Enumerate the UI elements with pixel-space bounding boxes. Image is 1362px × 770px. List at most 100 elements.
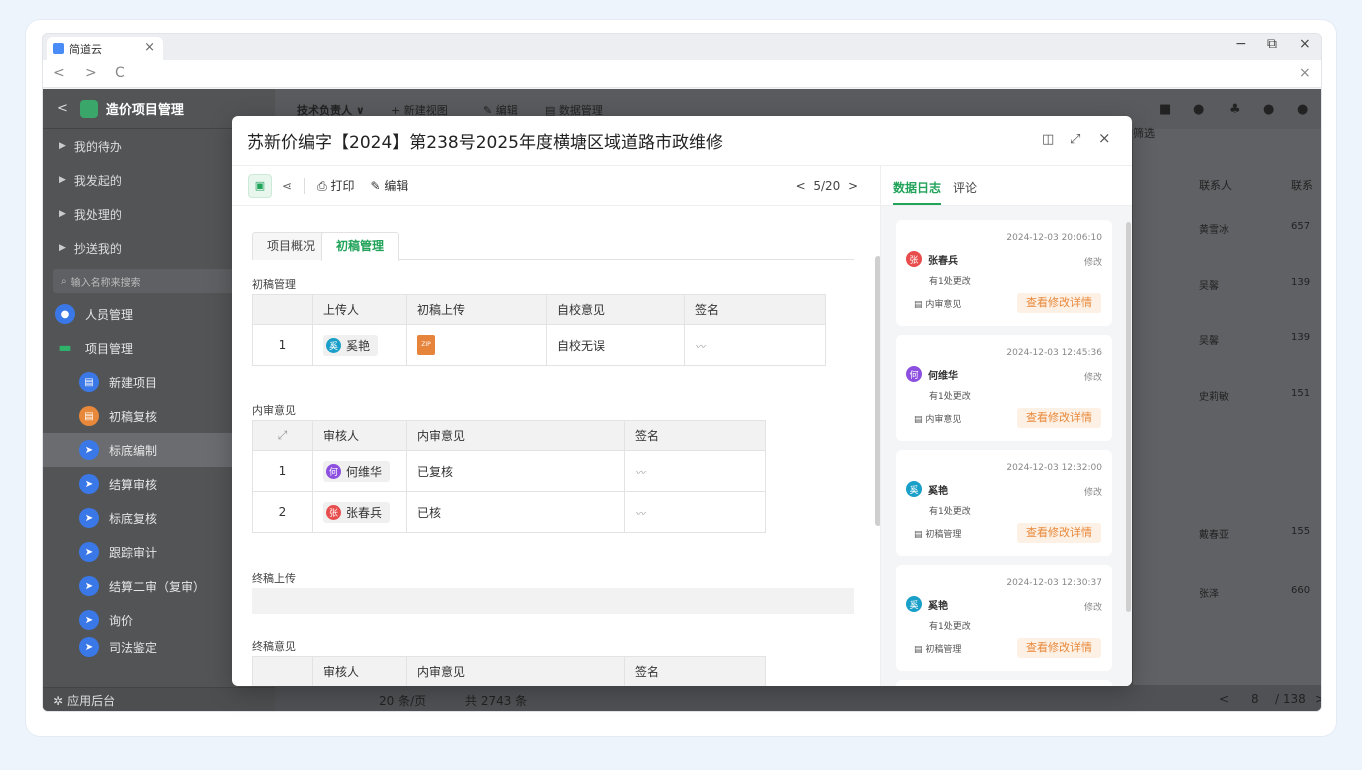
modal-header: 苏新价编字【2024】第238号2025年度横塘区域道路市政维修 ◫ ⤢ ×: [232, 116, 1132, 166]
tab-comments[interactable]: 评论: [953, 179, 977, 196]
tab-data-log[interactable]: 数据日志: [893, 179, 941, 196]
prev-record-icon[interactable]: <: [796, 179, 814, 193]
avatar[interactable]: ●: [1297, 102, 1308, 117]
expand-icon: ▶: [59, 141, 66, 151]
log-user-name: 奚艳: [928, 485, 948, 497]
tab-draft-mgmt[interactable]: 初稿管理: [321, 232, 400, 261]
log-time: 2024-12-03 12:30:37: [1006, 578, 1102, 588]
reload-icon[interactable]: C: [115, 65, 125, 81]
uploader-cell: 奚奚艳: [312, 324, 407, 366]
prev-page-icon[interactable]: <: [1219, 692, 1229, 706]
table-row: 2 张张春兵 已核 〰: [252, 491, 766, 533]
back-icon[interactable]: <: [53, 65, 65, 81]
form-content: 项目概况 初稿管理 初稿管理 上传人 初稿上传 自校意见 签名 1 奚奚艳 ZI…: [252, 206, 854, 686]
share-icon[interactable]: ⋖: [282, 179, 292, 193]
col-review-opinion: 内审意见: [406, 420, 625, 451]
view-details-button[interactable]: 查看修改详情: [1017, 293, 1101, 313]
pagination-bar: 20 条/页 共 2743 条 < 8 / 138 >: [275, 685, 1321, 711]
log-action: 修改: [1083, 488, 1102, 498]
log-action: 修改: [1083, 603, 1102, 613]
filter-label[interactable]: 筛选: [1133, 125, 1155, 141]
minimize-icon[interactable]: −: [1235, 36, 1247, 52]
final-review-title: 终稿意见: [252, 640, 296, 653]
compass-icon[interactable]: ●: [1193, 102, 1204, 117]
log-entry: 2024-12-03 20:06:10 张张春兵 修改 有1处更改 ▤ 内审意见…: [896, 220, 1112, 326]
comment-icon[interactable]: ▣: [248, 173, 272, 198]
signature-image[interactable]: 〰: [635, 468, 645, 479]
col-self-check: 自校意见: [546, 294, 685, 325]
expand-icon[interactable]: ⤢: [252, 420, 313, 451]
data-log-panel: 数据日志 评论 2024-12-03 20:06:10 张张春兵 修改 有1处更…: [880, 166, 1132, 686]
forward-icon[interactable]: >: [85, 65, 97, 81]
fullscreen-icon[interactable]: ⤢: [1070, 132, 1080, 147]
log-time: 2024-12-03 20:06:10: [1006, 233, 1102, 243]
log-entry: 2024-12-03 12:32:00 奚奚艳 修改 有1处更改 ▤ 初稿管理 …: [896, 450, 1112, 556]
cell-phone: 151: [1291, 388, 1311, 399]
reviewer-cell: 何何维华: [312, 450, 407, 492]
app-favicon-icon: [53, 43, 64, 54]
app-icon[interactable]: ■: [1159, 102, 1171, 117]
nav-close-icon[interactable]: ×: [1299, 65, 1311, 81]
page-input[interactable]: 8: [1251, 692, 1259, 706]
col-signature: 签名: [624, 420, 766, 451]
page-size-select[interactable]: 20 条/页: [379, 692, 426, 709]
log-module-name: 内审意见: [925, 415, 962, 425]
member-chip[interactable]: 奚奚艳: [323, 334, 379, 356]
avatar: 何: [906, 366, 922, 382]
modal-close-icon[interactable]: ×: [1098, 129, 1111, 147]
log-entry: 2024-12-03 12:45:36 何何维华 修改 有1处更改 ▤ 内审意见…: [896, 335, 1112, 441]
view-details-button[interactable]: 查看修改详情: [1017, 408, 1101, 428]
member-chip[interactable]: 何何维华: [323, 460, 391, 482]
signature-image[interactable]: 〰: [635, 509, 645, 520]
next-record-icon[interactable]: >: [840, 179, 858, 193]
avatar: 奚: [906, 481, 922, 497]
opinion-cell: 已复核: [406, 450, 625, 492]
print-button[interactable]: ⎙ 打印: [317, 177, 354, 194]
reviewer-cell: 张张春兵: [312, 491, 407, 533]
help-icon[interactable]: ●: [1263, 102, 1274, 117]
log-changes: 有1处更改: [929, 622, 971, 632]
restore-icon[interactable]: ⧉: [1267, 36, 1277, 52]
gear-icon: ✲: [53, 693, 64, 708]
cell-phone: 139: [1291, 332, 1311, 343]
col-reviewer: 审核人: [312, 420, 407, 451]
sidebar-item-label: 我发起的: [73, 173, 122, 188]
view-details-button[interactable]: 查看修改详情: [1017, 638, 1101, 658]
active-tab-underline: [893, 203, 941, 205]
admin-backend-link[interactable]: ✲ 应用后台: [43, 687, 275, 711]
page-total: / 138: [1275, 692, 1306, 706]
final-review-table: 审核人 内审意见 签名: [252, 656, 766, 686]
sidebar-item-label: 新建项目: [109, 375, 158, 390]
zip-file-icon[interactable]: ZIP: [417, 335, 435, 355]
next-page-icon[interactable]: >: [1315, 692, 1321, 706]
expand-icon: ▶: [59, 175, 66, 185]
edit-label: 编辑: [384, 179, 409, 193]
footer-label: 应用后台: [67, 694, 116, 708]
window-close-icon[interactable]: ×: [1299, 36, 1311, 52]
log-user: 何何维华: [906, 366, 958, 382]
tab-overview[interactable]: 项目概况: [252, 232, 331, 260]
search-placeholder: 输入名称来搜索: [70, 277, 141, 289]
sidebar-item-label: 抄送我的: [73, 241, 122, 256]
log-scrollbar[interactable]: [1126, 222, 1131, 612]
log-changes: 有1处更改: [929, 507, 971, 517]
final-upload-field[interactable]: [252, 588, 854, 614]
side-panel-icon[interactable]: ◫: [1042, 132, 1054, 147]
signature-image[interactable]: 〰: [695, 342, 705, 353]
flow-icon: ➤: [79, 610, 99, 630]
member-chip[interactable]: 张张春兵: [323, 501, 391, 523]
log-user: 奚奚艳: [906, 596, 948, 612]
member-name: 何维华: [346, 464, 383, 479]
bell-icon[interactable]: ♣: [1229, 102, 1241, 117]
people-icon: ●: [55, 304, 75, 324]
tab-close-icon[interactable]: ×: [144, 40, 155, 55]
edit-button[interactable]: ✎ 编辑: [371, 177, 409, 194]
view-details-button[interactable]: 查看修改详情: [1017, 523, 1101, 543]
browser-tab[interactable]: 简道云 ×: [47, 37, 163, 60]
log-action: 修改: [1083, 373, 1102, 383]
log-module-name: 初稿管理: [925, 530, 962, 540]
cell-contact: 吴馨: [1199, 281, 1219, 292]
sidebar-back-icon[interactable]: <: [57, 101, 68, 116]
sidebar-item-label: 我处理的: [73, 207, 122, 222]
signature-cell: 〰: [684, 324, 826, 366]
